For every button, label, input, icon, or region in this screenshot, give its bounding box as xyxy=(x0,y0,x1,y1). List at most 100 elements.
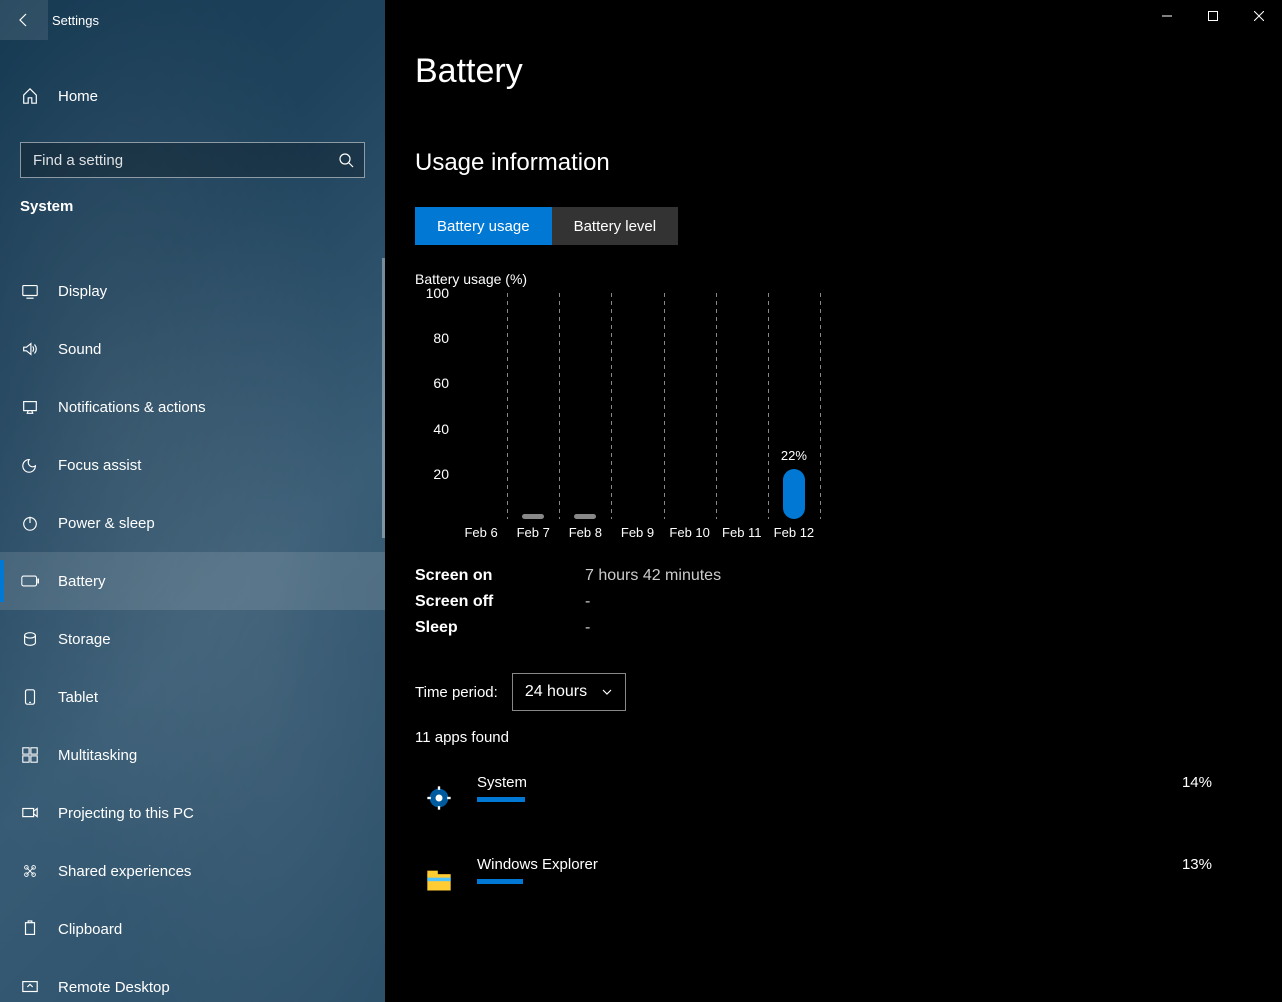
app-percent: 13% xyxy=(1182,856,1212,873)
page-title: Battery xyxy=(415,52,1252,91)
stat-value: - xyxy=(585,593,590,611)
app-title: Settings xyxy=(52,13,99,28)
chart-bar[interactable] xyxy=(574,514,596,519)
time-period-row: Time period: 24 hours xyxy=(415,673,1252,711)
sidebar-item-remote-desktop[interactable]: Remote Desktop xyxy=(0,958,385,1002)
search-wrap xyxy=(20,142,365,178)
stat-key: Screen on xyxy=(415,567,585,585)
y-tick: 80 xyxy=(433,330,449,346)
app-percent: 14% xyxy=(1182,774,1212,791)
sidebar-item-battery[interactable]: Battery xyxy=(0,552,385,610)
sidebar-item-sound[interactable]: Sound xyxy=(0,320,385,378)
nav-icon xyxy=(20,919,40,939)
sidebar-category: System xyxy=(0,178,385,229)
nav-icon xyxy=(20,745,40,765)
nav-icon xyxy=(20,571,40,591)
nav-label: Notifications & actions xyxy=(58,399,206,416)
sidebar-item-power-sleep[interactable]: Power & sleep xyxy=(0,494,385,552)
app-meta: System xyxy=(477,774,1182,802)
dropdown-value: 24 hours xyxy=(525,683,587,701)
usage-stats: Screen on7 hours 42 minutesScreen off-Sl… xyxy=(415,563,915,641)
app-name: Windows Explorer xyxy=(477,856,1182,873)
gridline xyxy=(768,293,769,519)
sidebar-item-display[interactable]: Display xyxy=(0,262,385,320)
search-box[interactable] xyxy=(20,142,365,178)
app-meta: Windows Explorer xyxy=(477,856,1182,884)
y-tick: 20 xyxy=(433,466,449,482)
nav-label: Focus assist xyxy=(58,457,141,474)
nav-list: DisplaySound Notifications & actions Focus… xyxy=(0,262,385,1002)
nav-label: Power & sleep xyxy=(58,515,155,532)
sidebar-item-multitasking[interactable]: Multitasking xyxy=(0,726,385,784)
nav-label: Battery xyxy=(58,573,106,590)
nav-icon xyxy=(20,513,40,533)
sidebar-item-focus-assist[interactable]: Focus assist xyxy=(0,436,385,494)
sidebar-item-shared-experiences[interactable]: Shared experiences xyxy=(0,842,385,900)
sidebar-item-notifications-actions[interactable]: Notifications & actions xyxy=(0,378,385,436)
minimize-button[interactable] xyxy=(1144,0,1190,32)
main-area: Battery Usage information Battery usageB… xyxy=(385,0,1282,1002)
period-label: Time period: xyxy=(415,684,498,701)
nav-icon xyxy=(20,861,40,881)
chart-bar[interactable] xyxy=(522,514,544,519)
sidebar-item-tablet[interactable]: Tablet xyxy=(0,668,385,726)
nav-icon xyxy=(20,339,40,359)
nav-icon xyxy=(20,455,40,475)
gridline xyxy=(507,293,508,519)
titlebar: Settings xyxy=(0,0,385,40)
sidebar-item-storage[interactable]: Storage xyxy=(0,610,385,668)
chevron-down-icon xyxy=(601,686,613,698)
x-tick: Feb 12 xyxy=(774,525,814,540)
nav-icon xyxy=(20,397,40,417)
battery-usage-chart: 10080604020 22% Feb 6Feb 7Feb 8Feb 9Feb … xyxy=(415,293,820,519)
stat-row: Screen on7 hours 42 minutes xyxy=(415,563,915,589)
tab-battery-usage[interactable]: Battery usage xyxy=(415,207,552,245)
app-icon xyxy=(415,856,463,904)
app-row[interactable]: System14% xyxy=(415,768,1252,850)
tab-battery-level[interactable]: Battery level xyxy=(552,207,679,245)
search-input[interactable] xyxy=(21,152,328,169)
app-row[interactable]: Windows Explorer13% xyxy=(415,850,1252,932)
stat-row: Screen off- xyxy=(415,589,915,615)
app-usage-bar xyxy=(477,797,525,802)
sidebar-home[interactable]: Home xyxy=(0,68,385,124)
gridline xyxy=(664,293,665,519)
sidebar-item-projecting-to-this-pc[interactable]: Projecting to this PC xyxy=(0,784,385,842)
maximize-button[interactable] xyxy=(1190,0,1236,32)
stat-key: Sleep xyxy=(415,619,585,637)
gridline xyxy=(611,293,612,519)
scrollbar[interactable] xyxy=(381,258,385,1002)
back-button[interactable] xyxy=(0,0,48,40)
sidebar-item-clipboard[interactable]: Clipboard xyxy=(0,900,385,958)
stat-value: - xyxy=(585,619,590,637)
y-tick: 100 xyxy=(426,285,449,301)
chart-bar[interactable] xyxy=(783,469,805,519)
nav-icon xyxy=(20,977,40,997)
nav-label: Projecting to this PC xyxy=(58,805,194,822)
nav-icon xyxy=(20,687,40,707)
x-tick: Feb 11 xyxy=(722,525,762,540)
app-usage-bar xyxy=(477,879,523,884)
app-name: System xyxy=(477,774,1182,791)
x-tick: Feb 10 xyxy=(669,525,709,540)
time-period-dropdown[interactable]: 24 hours xyxy=(512,673,626,711)
nav-icon xyxy=(20,803,40,823)
stat-row: Sleep- xyxy=(415,615,915,641)
gridline xyxy=(559,293,560,519)
section-heading: Usage information xyxy=(415,149,1252,177)
x-tick: Feb 9 xyxy=(621,525,654,540)
app-icon xyxy=(415,774,463,822)
settings-sidebar: Settings Home System DisplaySound Notific… xyxy=(0,0,385,1002)
nav-icon xyxy=(20,629,40,649)
stat-key: Screen off xyxy=(415,593,585,611)
nav-label: Multitasking xyxy=(58,747,137,764)
chart-bar-label: 22% xyxy=(781,448,807,463)
y-tick: 60 xyxy=(433,375,449,391)
nav-label: Storage xyxy=(58,631,111,648)
chart-title: Battery usage (%) xyxy=(415,271,1252,287)
x-tick: Feb 7 xyxy=(517,525,550,540)
nav-label: Tablet xyxy=(58,689,98,706)
gridline xyxy=(716,293,717,519)
tabs: Battery usageBattery level xyxy=(415,207,1252,245)
close-button[interactable] xyxy=(1236,0,1282,32)
